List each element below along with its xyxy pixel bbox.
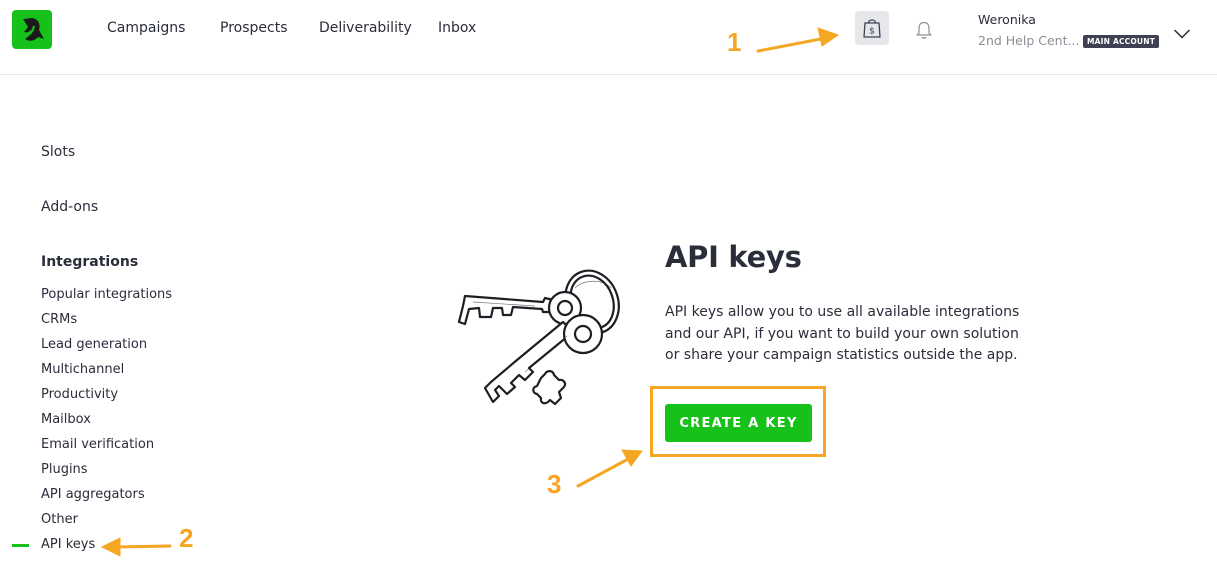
sidebar-section-integrations: Integrations xyxy=(41,254,139,270)
svg-text:$: $ xyxy=(869,27,875,37)
notification-bell-icon xyxy=(916,21,932,39)
annotation-arrow-3 xyxy=(576,456,632,488)
annotation-number-2: 2 xyxy=(179,523,194,553)
sidebar-item-popular-integrations[interactable]: Popular integrations xyxy=(41,287,172,302)
nav-campaigns[interactable]: Campaigns xyxy=(107,20,185,36)
notifications-button[interactable] xyxy=(907,13,941,47)
description-line: and our API, if you want to build your o… xyxy=(665,325,1019,342)
shop-button[interactable]: $ xyxy=(855,11,889,45)
annotation-arrow-2 xyxy=(114,544,172,549)
main-account-badge: MAIN ACCOUNT xyxy=(1083,35,1160,48)
sidebar-item-slots[interactable]: Slots xyxy=(41,144,75,160)
app-logo[interactable] xyxy=(12,10,52,49)
annotation-number-3: 3 xyxy=(547,469,562,499)
sidebar-item-lead-generation[interactable]: Lead generation xyxy=(41,337,147,352)
keys-on-ring-illustration xyxy=(457,269,620,406)
description-line: or share your campaign statistics outsid… xyxy=(665,347,1018,363)
nav-deliverability[interactable]: Deliverability xyxy=(319,20,412,36)
top-navigation-bar: Campaigns Prospects Deliverability Inbox… xyxy=(0,0,1217,75)
sidebar-item-mailbox[interactable]: Mailbox xyxy=(41,412,91,427)
sidebar-item-multichannel[interactable]: Multichannel xyxy=(41,362,124,377)
sidebar-item-productivity[interactable]: Productivity xyxy=(41,387,118,402)
logo-icon xyxy=(23,18,44,41)
sidebar-item-api-keys[interactable]: API keys xyxy=(41,537,95,552)
sidebar-item-api-aggregators[interactable]: API aggregators xyxy=(41,487,145,502)
create-key-button[interactable]: CREATE A KEY xyxy=(665,404,812,442)
annotation-arrowhead-2 xyxy=(100,537,121,557)
page-title: API keys xyxy=(665,240,802,274)
user-company[interactable]: 2nd Help Cent... xyxy=(978,33,1080,48)
nav-prospects[interactable]: Prospects xyxy=(220,20,287,36)
active-indicator xyxy=(12,544,29,547)
sidebar-item-crms[interactable]: CRMs xyxy=(41,312,77,327)
page-description: API keys allow you to use all available … xyxy=(665,302,1035,367)
sidebar-item-plugins[interactable]: Plugins xyxy=(41,462,88,477)
annotation-number-1: 1 xyxy=(727,27,742,57)
nav-inbox[interactable]: Inbox xyxy=(438,20,476,36)
shopping-bag-dollar-icon: $ xyxy=(863,19,881,38)
description-line: API keys allow you to use all available … xyxy=(665,304,1020,320)
annotation-arrowhead-3 xyxy=(621,449,643,467)
user-name[interactable]: Weronika xyxy=(978,12,1036,27)
sidebar-item-email-verification[interactable]: Email verification xyxy=(41,437,154,452)
sidebar-item-add-ons[interactable]: Add-ons xyxy=(41,199,98,215)
sidebar-item-other[interactable]: Other xyxy=(41,512,78,527)
chevron-down-icon[interactable] xyxy=(1173,28,1191,40)
